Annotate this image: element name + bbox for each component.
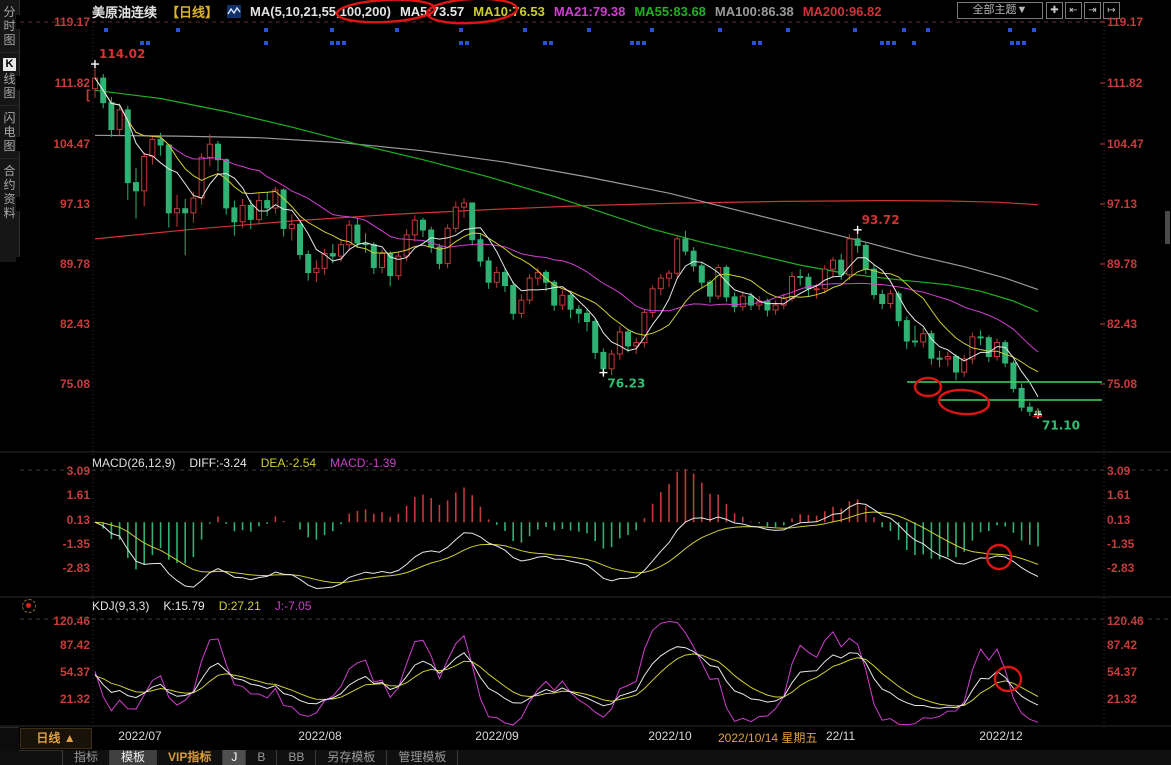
time-tick: 2022/10 — [635, 729, 705, 743]
tab-b[interactable]: B — [246, 750, 277, 765]
ma-param-label: MA(5,10,21,55,100,200) — [250, 4, 391, 19]
kdj-tick-left: 54.37 — [16, 665, 90, 679]
svg-text:93.72: 93.72 — [862, 213, 900, 227]
price-tick-right: 97.13 — [1107, 197, 1167, 211]
price-tick-right: 82.43 — [1107, 317, 1167, 331]
ma21-value: MA21:79.38 — [554, 4, 626, 19]
price-tick-left: 82.43 — [16, 317, 90, 331]
macd-tick-right: -1.35 — [1107, 537, 1167, 551]
kdj-tick-left: 120.46 — [16, 614, 90, 628]
price-tick-left: 75.08 — [16, 377, 90, 391]
macd-macd-value: MACD:-1.39 — [330, 456, 396, 470]
price-tick-right: 75.08 — [1107, 377, 1167, 391]
period-selector[interactable]: 日线 ▲ — [20, 728, 92, 749]
compress-right-icon[interactable]: ⇥ — [1084, 2, 1101, 19]
macd-diff-value: DIFF:-3.24 — [189, 456, 246, 470]
macd-tick-right: 1.61 — [1107, 488, 1167, 502]
trading-app-window: 114.02 93.72 76.23 71.10⊥ 美原油连续 【日线】 MA(5,1… — [0, 0, 1171, 765]
kdj-legend: KDJ(9,3,3) K:15.79 D:27.21 J:-7.05 — [92, 599, 311, 613]
macd-tick-right: -2.83 — [1107, 561, 1167, 575]
ma200-value: MA200:96.82 — [803, 4, 882, 19]
indicator-flag-icon[interactable] — [22, 599, 36, 613]
svg-text:⊥: ⊥ — [1032, 406, 1043, 420]
macd-tick-right: 0.13 — [1107, 513, 1167, 527]
bottom-corner-square — [0, 727, 19, 751]
period-tag: 【日线】 — [166, 2, 218, 21]
macd-tick-left: 1.61 — [16, 488, 90, 502]
price-tick-left: 104.47 — [16, 137, 90, 151]
right-scrollbar-thumb[interactable] — [1165, 211, 1170, 244]
price-tick-right: 119.17 — [1107, 15, 1167, 29]
kdj-d-value: D:27.21 — [219, 599, 261, 613]
svg-text:71.10: 71.10 — [1042, 419, 1080, 433]
time-tick: 2022/12 — [966, 729, 1036, 743]
sidebar-item-contract-info[interactable]: 合约资料 — [0, 159, 19, 225]
macd-tick-left: -1.35 — [16, 537, 90, 551]
tab-save-template[interactable]: 另存模板 — [316, 750, 387, 765]
themes-dropdown-button[interactable]: 全部主题▼ — [957, 2, 1043, 19]
chart-canvas[interactable]: 114.02 93.72 76.23 71.10⊥ — [0, 0, 1171, 765]
time-tick: 2022/09 — [462, 729, 532, 743]
macd-tick-left: 0.13 — [16, 513, 90, 527]
ma5-value: MA5:73.57 — [400, 4, 464, 19]
sidebar-item-tick-chart[interactable]: 闪电图 — [0, 106, 19, 159]
pan-icon[interactable]: ✚ — [1046, 2, 1063, 19]
kdj-j-value: J:-7.05 — [275, 599, 312, 613]
macd-name: MACD(26,12,9) — [92, 456, 175, 470]
price-tick-left: 89.78 — [16, 257, 90, 271]
price-tick-left: 119.17 — [16, 15, 90, 29]
ma10-value: MA10:76.53 — [473, 4, 545, 19]
chart-header: 美原油连续 【日线】 MA(5,10,21,55,100,200) MA5:73… — [92, 1, 881, 21]
selected-date-label: 2022/10/14 星期五 — [718, 729, 828, 746]
kdj-tick-right: 87.42 — [1107, 638, 1167, 652]
instrument-title: 美原油连续 — [92, 2, 157, 21]
time-tick-partial: 22/11 — [826, 729, 866, 743]
bottom-tabbar: 指标 模板 VIP指标 J B BB 另存模板 管理模板 — [62, 750, 1171, 765]
macd-dea-value: DEA:-2.54 — [261, 456, 316, 470]
tab-templates[interactable]: 模板 — [110, 750, 157, 765]
ma100-value: MA100:86.38 — [715, 4, 794, 19]
tab-vip-indicators[interactable]: VIP指标 — [157, 750, 223, 765]
price-tick-right: 104.47 — [1107, 137, 1167, 151]
price-tick-left: 111.82 — [16, 76, 90, 90]
active-tab-badge: K — [3, 58, 16, 71]
tab-bb[interactable]: BB — [277, 750, 316, 765]
kdj-name: KDJ(9,3,3) — [92, 599, 149, 613]
price-tick-right: 111.82 — [1107, 76, 1167, 90]
time-tick: 2022/07 — [105, 729, 175, 743]
ma55-value: MA55:83.68 — [634, 4, 706, 19]
right-axis-tickmarks — [1100, 22, 1105, 384]
svg-text:76.23: 76.23 — [607, 377, 645, 391]
chart-type-sidebar: 分时图 K 线图 闪电图 合约资料 — [0, 0, 20, 262]
kdj-tick-right: 120.46 — [1107, 614, 1167, 628]
ma-indicator-icon[interactable] — [227, 5, 241, 18]
macd-legend: MACD(26,12,9) DIFF:-3.24 DEA:-2.54 MACD:… — [92, 456, 396, 470]
tab-j[interactable]: J — [223, 750, 246, 765]
axis-anchor-bracket: [ — [86, 87, 90, 102]
svg-text:114.02: 114.02 — [99, 47, 145, 61]
kdj-k-value: K:15.79 — [163, 599, 204, 613]
compress-left-icon[interactable]: ⇤ — [1065, 2, 1082, 19]
price-tick-left: 97.13 — [16, 197, 90, 211]
tab-indicators[interactable]: 指标 — [63, 750, 110, 765]
tab-manage-templates[interactable]: 管理模板 — [387, 750, 458, 765]
macd-tick-left: 3.09 — [16, 464, 90, 478]
kdj-tick-left: 87.42 — [16, 638, 90, 652]
price-tick-right: 89.78 — [1107, 257, 1167, 271]
macd-tick-left: -2.83 — [16, 561, 90, 575]
macd-tick-right: 3.09 — [1107, 464, 1167, 478]
kdj-tick-right: 54.37 — [1107, 665, 1167, 679]
kdj-tick-right: 21.32 — [1107, 692, 1167, 706]
kdj-tick-left: 21.32 — [16, 692, 90, 706]
time-tick: 2022/08 — [285, 729, 355, 743]
